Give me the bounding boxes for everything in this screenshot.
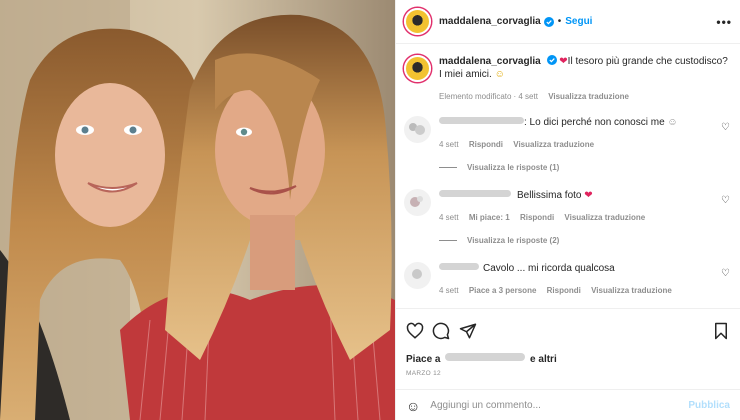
blurred-avatar-icon bbox=[409, 123, 425, 135]
comment-meta: 4 sett Mi piace: 1 Rispondi Visualizza t… bbox=[439, 211, 709, 224]
reply-button[interactable]: Rispondi bbox=[469, 140, 503, 149]
likes-summary[interactable]: Piace a e altri bbox=[406, 353, 557, 365]
smile-emoji: ☺ bbox=[494, 69, 505, 80]
comment-likes[interactable]: Mi piace: 1 bbox=[469, 213, 510, 222]
likes-prefix: Piace a bbox=[406, 354, 441, 365]
post-header: maddalena_corvaglia • Segui ••• bbox=[396, 0, 740, 44]
comment-time[interactable]: 4 sett bbox=[439, 286, 459, 295]
caption-translate-link[interactable]: Visualizza traduzione bbox=[548, 92, 629, 101]
author-avatar[interactable] bbox=[404, 8, 431, 35]
follow-button[interactable]: Segui bbox=[565, 16, 592, 27]
post-photo[interactable] bbox=[0, 0, 395, 420]
comment-time[interactable]: 4 sett bbox=[439, 140, 459, 149]
publish-button[interactable]: Pubblica bbox=[688, 400, 730, 411]
instagram-post: maddalena_corvaglia • Segui ••• maddalen… bbox=[0, 0, 740, 420]
edited-label: Elemento modificato bbox=[439, 92, 512, 101]
blurred-username bbox=[439, 117, 524, 124]
comment-time[interactable]: 4 sett bbox=[439, 213, 459, 222]
post-date[interactable]: MARZO 12 bbox=[406, 370, 441, 377]
comment-avatar[interactable] bbox=[404, 189, 431, 216]
likes-suffix: e altri bbox=[530, 354, 557, 365]
caption-avatar[interactable] bbox=[404, 55, 431, 82]
blurred-avatar-icon bbox=[412, 269, 422, 279]
comment-text: : Lo dici perché non conosci me bbox=[524, 117, 665, 128]
replies-divider bbox=[439, 240, 457, 241]
translate-link[interactable]: Visualizza traduzione bbox=[564, 213, 645, 222]
verified-badge-icon bbox=[543, 16, 554, 27]
post-photo-image bbox=[0, 0, 395, 420]
comment-like-heart-icon[interactable]: ♡ bbox=[721, 195, 730, 206]
author-username[interactable]: maddalena_corvaglia bbox=[439, 16, 541, 27]
caption-time[interactable]: 4 sett bbox=[518, 92, 538, 101]
more-options-icon[interactable]: ••• bbox=[716, 15, 732, 29]
share-paper-plane-icon[interactable] bbox=[459, 322, 477, 340]
view-replies-label: Visualizza le risposte (2) bbox=[467, 236, 560, 245]
post-side-panel: maddalena_corvaglia • Segui ••• maddalen… bbox=[395, 0, 740, 420]
comment-input[interactable] bbox=[430, 400, 689, 411]
translate-link[interactable]: Visualizza traduzione bbox=[591, 286, 672, 295]
view-replies-button[interactable]: Visualizza le risposte (2) bbox=[439, 236, 559, 245]
comment-like-heart-icon[interactable]: ♡ bbox=[721, 122, 730, 133]
comment-like-heart-icon[interactable]: ♡ bbox=[721, 268, 730, 279]
comment-avatar[interactable] bbox=[404, 262, 431, 289]
comment-meta: 4 sett Piace a 3 persone Rispondi Visual… bbox=[439, 284, 709, 297]
action-icons bbox=[406, 322, 730, 342]
comment-item: : Lo dici perché non conosci me ☺ 4 sett… bbox=[404, 116, 730, 151]
view-replies-label: Visualizza le risposte (1) bbox=[467, 163, 560, 172]
caption-text: Il tesoro più grande che custodisco? bbox=[567, 56, 728, 67]
blurred-username bbox=[439, 263, 479, 270]
caption-meta: Elemento modificato · 4 sett Visualizza t… bbox=[439, 92, 629, 101]
red-heart-emoji: ❤ bbox=[559, 56, 568, 67]
comment-text: Bellissima foto bbox=[517, 190, 582, 201]
post-actions: Piace a e altri MARZO 12 ☺ Pubblica bbox=[396, 308, 740, 418]
like-heart-icon[interactable] bbox=[406, 322, 424, 340]
reply-button[interactable]: Rispondi bbox=[520, 213, 554, 222]
reply-button[interactable]: Rispondi bbox=[547, 286, 581, 295]
replies-divider bbox=[439, 167, 457, 168]
comment-avatar[interactable] bbox=[404, 116, 431, 143]
comment-item: Cavolo ... mi ricorda qualcosa 4 sett Pi… bbox=[404, 262, 730, 297]
comment-meta: 4 sett Rispondi Visualizza traduzione bbox=[439, 138, 709, 151]
save-bookmark-icon[interactable] bbox=[712, 322, 730, 340]
blurred-username bbox=[439, 190, 511, 197]
post-caption: maddalena_corvaglia ❤Il tesoro più grand… bbox=[404, 55, 730, 103]
view-replies-button[interactable]: Visualizza le risposte (1) bbox=[439, 163, 559, 172]
verified-badge-icon bbox=[546, 55, 557, 65]
separator-dot: • bbox=[557, 16, 562, 27]
blurred-avatar-icon bbox=[410, 196, 423, 207]
caption-username[interactable]: maddalena_corvaglia bbox=[439, 56, 541, 67]
blurred-liker-username bbox=[445, 353, 526, 361]
add-comment-bar: ☺ Pubblica bbox=[396, 389, 740, 420]
translate-link[interactable]: Visualizza traduzione bbox=[513, 140, 594, 149]
comment-bubble-icon[interactable] bbox=[432, 322, 450, 340]
red-heart-emoji: ❤ bbox=[584, 190, 593, 201]
caption-text-line2: I miei amici. bbox=[439, 69, 492, 80]
shy-emoji: ☺ bbox=[667, 117, 678, 128]
comment-text: Cavolo ... mi ricorda qualcosa bbox=[483, 263, 615, 274]
comment-likes[interactable]: Piace a 3 persone bbox=[469, 286, 537, 295]
emoji-picker-icon[interactable]: ☺ bbox=[406, 398, 420, 414]
comment-item: Bellissima foto ❤ 4 sett Mi piace: 1 Ris… bbox=[404, 189, 730, 224]
